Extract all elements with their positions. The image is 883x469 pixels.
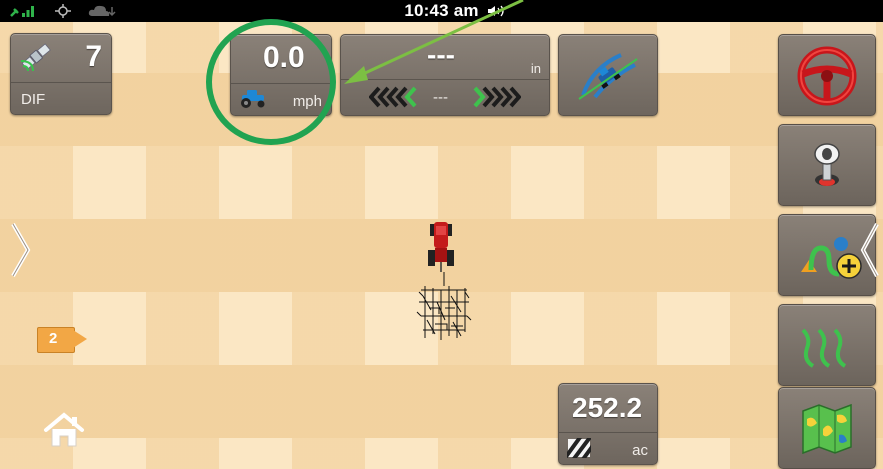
- satellite-count: 7: [85, 40, 102, 73]
- area-covered-tile[interactable]: 252.2 ac: [558, 383, 658, 465]
- gps-status-tile[interactable]: 7 DIF: [10, 33, 112, 115]
- area-unit: ac: [632, 442, 648, 459]
- camera-button[interactable]: 2: [37, 327, 89, 353]
- offset-unit: in: [530, 61, 541, 76]
- field-map-button[interactable]: [778, 387, 876, 469]
- steering-wheel-icon: [797, 46, 857, 106]
- gps-mode: DIF: [21, 91, 46, 108]
- guidance-curves-icon: [801, 328, 847, 368]
- highlight-circle: [206, 19, 336, 145]
- joystick-switch-icon: [814, 143, 840, 186]
- implement-icon: [416, 272, 472, 340]
- guidance-curves-button[interactable]: [778, 304, 876, 386]
- auto-steer-button[interactable]: [778, 34, 876, 116]
- add-guidance-line-icon: [801, 237, 862, 279]
- joystick-switch-button[interactable]: [778, 124, 876, 206]
- satellite-icon: [20, 43, 51, 72]
- implement-guidance-icon: [578, 53, 638, 100]
- expand-left-panel-icon[interactable]: [10, 222, 32, 278]
- area-value: 252.2: [572, 392, 643, 423]
- hatch-area-icon: [567, 438, 591, 458]
- field-map-icon: [802, 403, 852, 455]
- annotation-arrow: [344, 0, 524, 84]
- camera-number: 2: [49, 330, 58, 347]
- implement-guidance-tile[interactable]: [558, 34, 658, 116]
- expand-right-panel-icon[interactable]: [860, 222, 880, 278]
- vehicle-position-icon: [428, 222, 454, 272]
- home-icon[interactable]: [42, 412, 86, 448]
